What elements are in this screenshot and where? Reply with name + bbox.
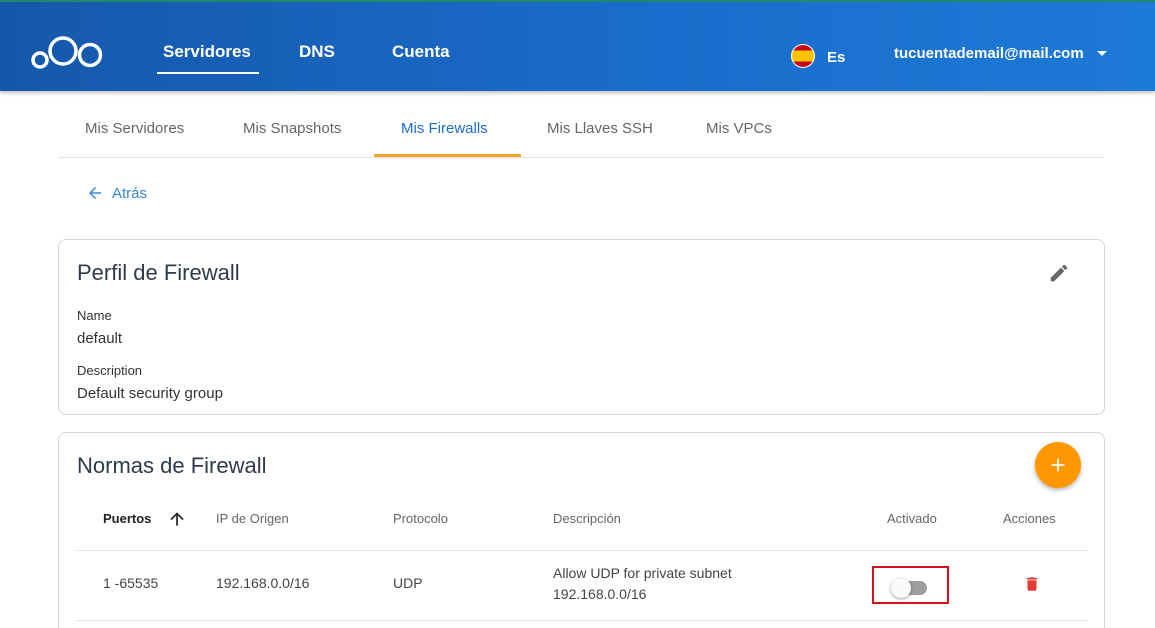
description-value: Default security group — [77, 385, 223, 402]
cell-source-ip: 192.168.0.0/16 — [216, 575, 310, 591]
back-link[interactable]: Atrás — [86, 184, 147, 202]
name-value: default — [77, 330, 123, 347]
toggle-knob — [891, 578, 911, 598]
column-header-activado[interactable]: Activado — [887, 511, 937, 526]
top-navbar: Servidores DNS Cuenta Es tucuentademail@… — [0, 0, 1155, 91]
tab-mis-llaves-ssh[interactable]: Mis Llaves SSH — [547, 120, 653, 137]
column-header-ip-origen[interactable]: IP de Origen — [216, 511, 289, 526]
description-line-2: 192.168.0.0/16 — [553, 586, 647, 602]
arrow-left-icon — [89, 187, 101, 199]
trash-icon[interactable] — [1023, 574, 1041, 594]
sub-tabs: Mis Servidores Mis Snapshots Mis Firewal… — [58, 100, 1104, 158]
cell-protocol: UDP — [393, 575, 423, 591]
arrow-up-icon[interactable] — [167, 509, 187, 529]
name-label: Name — [77, 308, 112, 323]
language-label: Es — [827, 49, 846, 66]
tab-mis-vpcs[interactable]: Mis VPCs — [706, 120, 772, 137]
nav-servidores[interactable]: Servidores — [163, 42, 251, 62]
plus-icon — [1051, 458, 1065, 472]
highlight-box — [872, 566, 949, 604]
nav-cuenta[interactable]: Cuenta — [392, 42, 450, 62]
row-divider — [76, 620, 1088, 621]
rules-title: Normas de Firewall — [77, 453, 267, 478]
tab-mis-servidores[interactable]: Mis Servidores — [85, 120, 184, 137]
pencil-icon[interactable] — [1048, 262, 1070, 284]
column-header-acciones: Acciones — [1003, 511, 1056, 526]
description-label: Description — [77, 363, 143, 378]
firewall-rules-card: Normas de Firewall Puertos IP de Origen … — [58, 432, 1105, 628]
logo-icon[interactable] — [31, 35, 103, 71]
enabled-toggle[interactable] — [891, 577, 927, 598]
column-header-puertos[interactable]: Puertos — [103, 511, 151, 526]
description-line-1: Allow UDP for private subnet — [553, 565, 732, 581]
profile-title: Perfil de Firewall — [77, 260, 240, 285]
nav-active-indicator — [157, 72, 259, 74]
tab-mis-firewalls[interactable]: Mis Firewalls — [401, 120, 488, 137]
add-rule-button[interactable] — [1035, 442, 1081, 488]
firewall-profile-card: Perfil de Firewall Name default Descript… — [58, 239, 1105, 415]
tab-active-indicator — [374, 154, 521, 157]
back-label: Atrás — [112, 184, 148, 202]
account-menu[interactable]: tucuentademail@mail.com — [894, 45, 1107, 62]
nav-dns[interactable]: DNS — [299, 42, 335, 62]
chevron-down-icon — [1096, 51, 1107, 56]
column-header-descripcion[interactable]: Descripción — [553, 511, 621, 526]
language-selector[interactable]: Es — [791, 44, 845, 68]
column-header-protocolo[interactable]: Protocolo — [393, 511, 448, 526]
tab-mis-snapshots[interactable]: Mis Snapshots — [243, 120, 341, 137]
cell-ports: 1 -65535 — [103, 575, 159, 591]
header-divider — [76, 550, 1088, 551]
account-email: tucuentademail@mail.com — [894, 45, 1084, 62]
cell-description: Allow UDP for private subnet 192.168.0.0… — [553, 563, 732, 605]
flag-es-icon — [791, 44, 815, 68]
